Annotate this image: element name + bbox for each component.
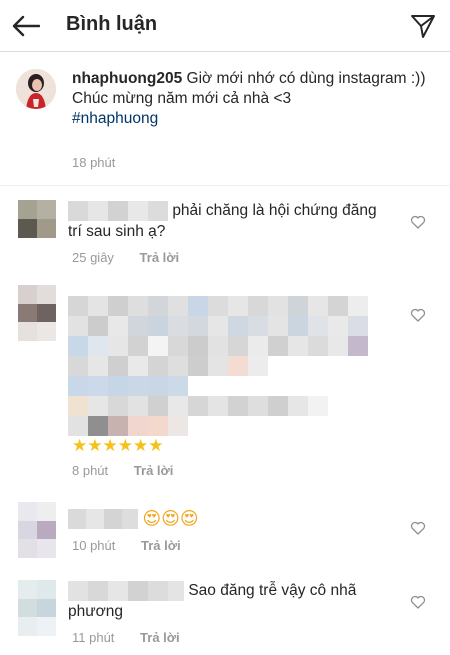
back-button[interactable] bbox=[8, 8, 44, 44]
blurred-comment-text bbox=[68, 296, 368, 436]
reply-button[interactable]: Trả lời bbox=[134, 463, 174, 478]
heart-outline-icon[interactable] bbox=[410, 520, 426, 536]
caption-line2: Chúc mừng năm mới cả nhà <3 bbox=[72, 90, 292, 107]
comment-time: 25 giây bbox=[72, 250, 114, 265]
caption-timestamp: 18 phút bbox=[72, 155, 116, 170]
comment-item: Sao đăng trễ vậy cô nhã phương 11 phút T… bbox=[0, 568, 450, 655]
avatar[interactable] bbox=[18, 285, 56, 341]
comment-time: 10 phút bbox=[72, 538, 116, 553]
blurred-username[interactable] bbox=[68, 200, 168, 221]
avatar[interactable] bbox=[18, 502, 56, 558]
reply-button[interactable]: Trả lời bbox=[140, 250, 180, 265]
comment-item: phải chăng là hội chứng đăng trí sau sin… bbox=[0, 186, 450, 276]
page-title: Bình luận bbox=[66, 13, 158, 35]
reply-button[interactable]: Trả lời bbox=[141, 538, 181, 553]
send-button[interactable] bbox=[406, 9, 440, 43]
comment-time: 8 phút bbox=[72, 463, 109, 478]
header-bar: Bình luận bbox=[0, 0, 450, 52]
heart-outline-icon[interactable] bbox=[410, 214, 426, 230]
avatar[interactable] bbox=[16, 69, 56, 109]
heart-eyes-emojis: 😍😍😍 bbox=[142, 508, 199, 529]
blurred-username[interactable] bbox=[68, 580, 184, 601]
star-emojis: ★★★★★★ bbox=[72, 436, 164, 455]
profile-photo bbox=[16, 69, 56, 109]
avatar[interactable] bbox=[18, 580, 56, 636]
hashtag-link[interactable]: #nhaphuong bbox=[72, 110, 158, 127]
avatar[interactable] bbox=[18, 200, 56, 238]
paper-plane-icon bbox=[411, 15, 435, 38]
comment-item: 😍😍😍 10 phút Trả lời bbox=[0, 490, 450, 570]
heart-outline-icon[interactable] bbox=[410, 307, 426, 323]
caption-username[interactable]: nhaphuong205 bbox=[72, 70, 182, 87]
blurred-username[interactable] bbox=[68, 508, 138, 529]
caption-post: nhaphuong205 Giờ mới nhớ có dùng instagr… bbox=[0, 53, 450, 186]
caption-line1: Giờ mới nhớ có dùng instagram :)) bbox=[182, 70, 426, 87]
reply-button[interactable]: Trả lời bbox=[140, 630, 180, 645]
heart-outline-icon[interactable] bbox=[410, 594, 426, 610]
arrow-left-icon bbox=[12, 15, 40, 37]
comment-time: 11 phút bbox=[72, 630, 115, 645]
